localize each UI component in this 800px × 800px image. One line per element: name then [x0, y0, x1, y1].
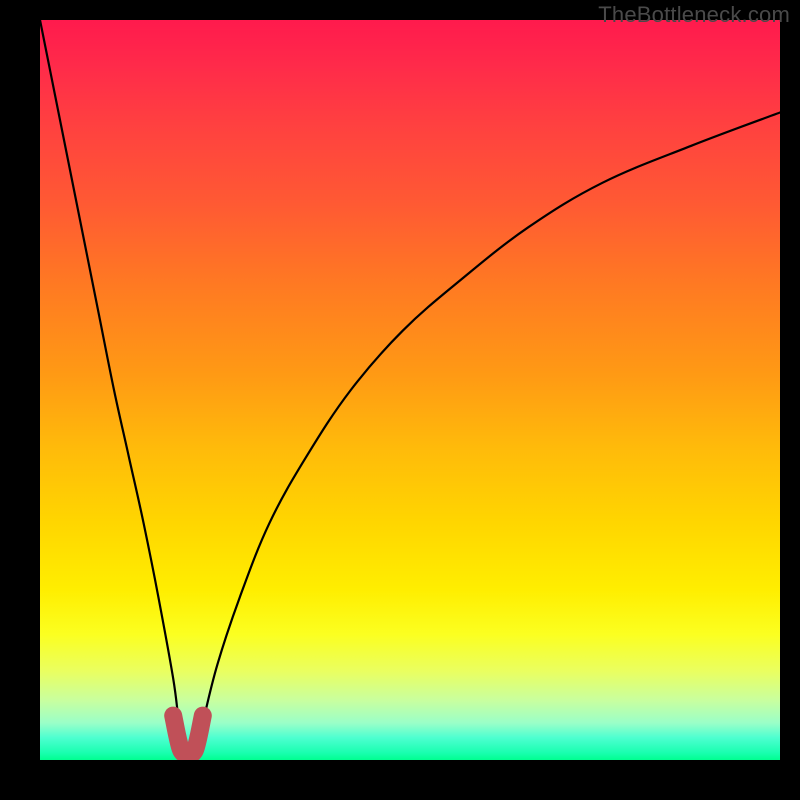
bottleneck-curve [40, 20, 780, 756]
watermark-text: TheBottleneck.com [598, 2, 790, 28]
chart-frame: TheBottleneck.com [0, 0, 800, 800]
curve-layer [40, 20, 780, 760]
curve-line [40, 20, 780, 756]
marker-band [173, 716, 203, 757]
marker-line [173, 716, 203, 757]
plot-area [40, 20, 780, 760]
